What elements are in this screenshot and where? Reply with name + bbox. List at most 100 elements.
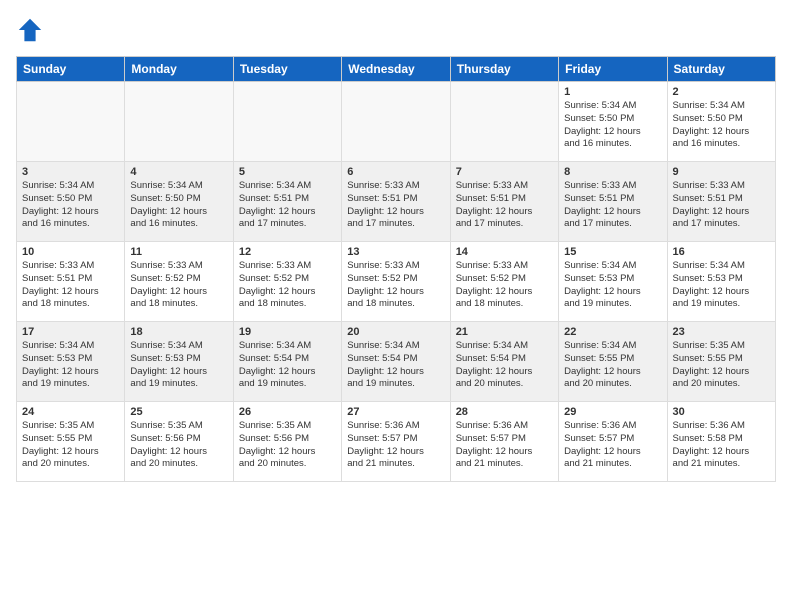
day-number: 12	[239, 246, 336, 258]
calendar-cell: 16Sunrise: 5:34 AM Sunset: 5:53 PM Dayli…	[667, 242, 775, 322]
day-info: Sunrise: 5:34 AM Sunset: 5:53 PM Dayligh…	[22, 340, 119, 391]
day-info: Sunrise: 5:36 AM Sunset: 5:57 PM Dayligh…	[347, 420, 444, 471]
day-info: Sunrise: 5:34 AM Sunset: 5:54 PM Dayligh…	[456, 340, 553, 391]
day-info: Sunrise: 5:34 AM Sunset: 5:55 PM Dayligh…	[564, 340, 661, 391]
calendar-cell: 23 Sunrise: 5:35 AM Sunset: 5:55 PM Dayli…	[667, 322, 775, 402]
day-number: 26	[239, 406, 336, 418]
calendar-cell: 11 Sunrise: 5:33 AM Sunset: 5:52 PM Dayli…	[125, 242, 233, 322]
calendar-cell: 4Sunrise: 5:34 AM Sunset: 5:50 PM Daylig…	[125, 162, 233, 242]
day-number: 30	[673, 406, 770, 418]
day-number: 5	[239, 166, 336, 178]
day-info: Sunrise: 5:34 AM Sunset: 5:50 PM Dayligh…	[22, 180, 119, 231]
day-number: 24	[22, 406, 119, 418]
calendar-cell: 27 Sunrise: 5:36 AM Sunset: 5:57 PM Dayli…	[342, 402, 450, 482]
day-info: Sunrise: 5:36 AM Sunset: 5:57 PM Dayligh…	[564, 420, 661, 471]
day-info: Sunrise: 5:33 AM Sunset: 5:51 PM Dayligh…	[673, 180, 770, 231]
calendar-cell	[342, 82, 450, 162]
day-info: Sunrise: 5:36 AM Sunset: 5:57 PM Dayligh…	[456, 420, 553, 471]
calendar-cell: 17Sunrise: 5:34 AM Sunset: 5:53 PM Dayli…	[17, 322, 125, 402]
day-header-saturday: Saturday	[667, 57, 775, 82]
calendar-week-1: 1 Sunrise: 5:34 AM Sunset: 5:50 PM Daylig…	[17, 82, 776, 162]
day-info: Sunrise: 5:33 AM Sunset: 5:52 PM Dayligh…	[239, 260, 336, 311]
day-info: Sunrise: 5:35 AM Sunset: 5:55 PM Dayligh…	[673, 340, 770, 391]
day-info: Sunrise: 5:34 AM Sunset: 5:51 PM Dayligh…	[239, 180, 336, 231]
day-number: 29	[564, 406, 661, 418]
calendar-week-4: 17Sunrise: 5:34 AM Sunset: 5:53 PM Dayli…	[17, 322, 776, 402]
day-number: 2	[673, 86, 770, 98]
day-info: Sunrise: 5:34 AM Sunset: 5:50 PM Dayligh…	[564, 100, 661, 151]
calendar-cell: 15Sunrise: 5:34 AM Sunset: 5:53 PM Dayli…	[559, 242, 667, 322]
calendar-cell: 14 Sunrise: 5:33 AM Sunset: 5:52 PM Dayli…	[450, 242, 558, 322]
day-number: 19	[239, 326, 336, 338]
day-number: 13	[347, 246, 444, 258]
calendar-cell: 9 Sunrise: 5:33 AM Sunset: 5:51 PM Daylig…	[667, 162, 775, 242]
calendar-table: SundayMondayTuesdayWednesdayThursdayFrid…	[16, 56, 776, 482]
day-info: Sunrise: 5:33 AM Sunset: 5:52 PM Dayligh…	[130, 260, 227, 311]
day-number: 8	[564, 166, 661, 178]
calendar-cell: 5 Sunrise: 5:34 AM Sunset: 5:51 PM Daylig…	[233, 162, 341, 242]
calendar-cell: 24 Sunrise: 5:35 AM Sunset: 5:55 PM Dayli…	[17, 402, 125, 482]
day-header-thursday: Thursday	[450, 57, 558, 82]
day-info: Sunrise: 5:35 AM Sunset: 5:55 PM Dayligh…	[22, 420, 119, 471]
calendar-cell: 19 Sunrise: 5:34 AM Sunset: 5:54 PM Dayli…	[233, 322, 341, 402]
calendar-week-2: 3 Sunrise: 5:34 AM Sunset: 5:50 PM Daylig…	[17, 162, 776, 242]
day-info: Sunrise: 5:33 AM Sunset: 5:51 PM Dayligh…	[22, 260, 119, 311]
day-info: Sunrise: 5:34 AM Sunset: 5:54 PM Dayligh…	[347, 340, 444, 391]
day-info: Sunrise: 5:35 AM Sunset: 5:56 PM Dayligh…	[239, 420, 336, 471]
day-info: Sunrise: 5:34 AM Sunset: 5:53 PM Dayligh…	[673, 260, 770, 311]
logo	[16, 16, 48, 44]
day-number: 10	[22, 246, 119, 258]
calendar-cell: 29 Sunrise: 5:36 AM Sunset: 5:57 PM Dayli…	[559, 402, 667, 482]
day-number: 27	[347, 406, 444, 418]
day-number: 1	[564, 86, 661, 98]
calendar-cell: 10 Sunrise: 5:33 AM Sunset: 5:51 PM Dayli…	[17, 242, 125, 322]
calendar-cell: 28 Sunrise: 5:36 AM Sunset: 5:57 PM Dayli…	[450, 402, 558, 482]
day-number: 9	[673, 166, 770, 178]
day-header-wednesday: Wednesday	[342, 57, 450, 82]
calendar-cell: 20 Sunrise: 5:34 AM Sunset: 5:54 PM Dayli…	[342, 322, 450, 402]
day-header-sunday: Sunday	[17, 57, 125, 82]
calendar-cell: 3 Sunrise: 5:34 AM Sunset: 5:50 PM Daylig…	[17, 162, 125, 242]
day-number: 21	[456, 326, 553, 338]
day-info: Sunrise: 5:36 AM Sunset: 5:58 PM Dayligh…	[673, 420, 770, 471]
day-number: 23	[673, 326, 770, 338]
day-info: Sunrise: 5:34 AM Sunset: 5:53 PM Dayligh…	[564, 260, 661, 311]
calendar-cell: 12 Sunrise: 5:33 AM Sunset: 5:52 PM Dayli…	[233, 242, 341, 322]
day-number: 28	[456, 406, 553, 418]
day-number: 7	[456, 166, 553, 178]
day-info: Sunrise: 5:34 AM Sunset: 5:53 PM Dayligh…	[130, 340, 227, 391]
day-info: Sunrise: 5:33 AM Sunset: 5:52 PM Dayligh…	[347, 260, 444, 311]
calendar-cell: 8Sunrise: 5:33 AM Sunset: 5:51 PM Daylig…	[559, 162, 667, 242]
calendar-cell: 26 Sunrise: 5:35 AM Sunset: 5:56 PM Dayli…	[233, 402, 341, 482]
calendar-cell	[125, 82, 233, 162]
day-info: Sunrise: 5:34 AM Sunset: 5:50 PM Dayligh…	[673, 100, 770, 151]
calendar-week-5: 24 Sunrise: 5:35 AM Sunset: 5:55 PM Dayli…	[17, 402, 776, 482]
day-number: 14	[456, 246, 553, 258]
day-number: 3	[22, 166, 119, 178]
calendar-cell: 2 Sunrise: 5:34 AM Sunset: 5:50 PM Daylig…	[667, 82, 775, 162]
calendar-cell	[450, 82, 558, 162]
calendar-cell: 7Sunrise: 5:33 AM Sunset: 5:51 PM Daylig…	[450, 162, 558, 242]
day-number: 11	[130, 246, 227, 258]
calendar-cell: 30 Sunrise: 5:36 AM Sunset: 5:58 PM Dayli…	[667, 402, 775, 482]
day-info: Sunrise: 5:35 AM Sunset: 5:56 PM Dayligh…	[130, 420, 227, 471]
day-info: Sunrise: 5:34 AM Sunset: 5:54 PM Dayligh…	[239, 340, 336, 391]
page-header	[16, 16, 776, 44]
calendar-cell: 21 Sunrise: 5:34 AM Sunset: 5:54 PM Dayli…	[450, 322, 558, 402]
day-header-monday: Monday	[125, 57, 233, 82]
day-info: Sunrise: 5:34 AM Sunset: 5:50 PM Dayligh…	[130, 180, 227, 231]
calendar-cell: 18Sunrise: 5:34 AM Sunset: 5:53 PM Dayli…	[125, 322, 233, 402]
calendar-cell: 13 Sunrise: 5:33 AM Sunset: 5:52 PM Dayli…	[342, 242, 450, 322]
calendar-cell: 22 Sunrise: 5:34 AM Sunset: 5:55 PM Dayli…	[559, 322, 667, 402]
day-info: Sunrise: 5:33 AM Sunset: 5:52 PM Dayligh…	[456, 260, 553, 311]
day-number: 22	[564, 326, 661, 338]
day-header-tuesday: Tuesday	[233, 57, 341, 82]
calendar-cell	[233, 82, 341, 162]
calendar-week-3: 10 Sunrise: 5:33 AM Sunset: 5:51 PM Dayli…	[17, 242, 776, 322]
logo-icon	[16, 16, 44, 44]
calendar-cell: 1 Sunrise: 5:34 AM Sunset: 5:50 PM Daylig…	[559, 82, 667, 162]
day-number: 6	[347, 166, 444, 178]
day-header-friday: Friday	[559, 57, 667, 82]
calendar-cell	[17, 82, 125, 162]
day-number: 20	[347, 326, 444, 338]
